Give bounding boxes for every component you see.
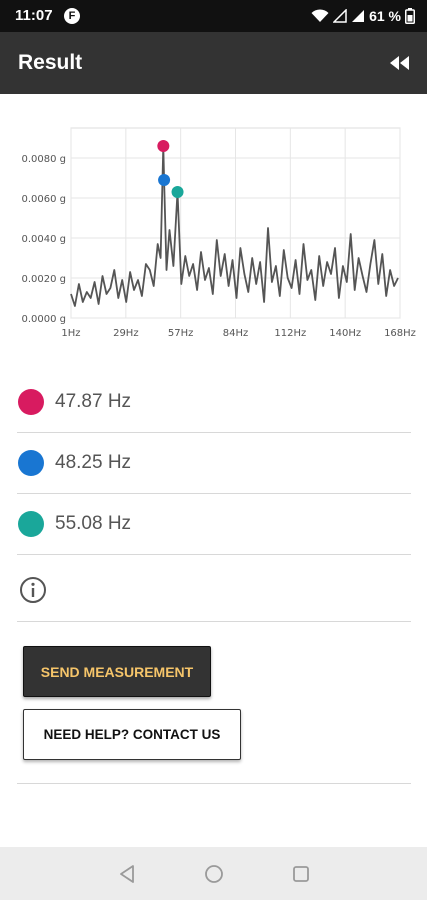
peak-1-dot — [18, 389, 44, 415]
status-indicators: 61 % — [311, 6, 415, 26]
contact-us-button[interactable]: NEED HELP? CONTACT US — [23, 709, 241, 760]
battery-icon — [405, 8, 415, 24]
x-tick-label: 140Hz — [329, 328, 361, 339]
y-tick-label: 0.0080 g — [21, 154, 66, 165]
rewind-button[interactable] — [387, 52, 413, 74]
battery-percent: 61 % — [369, 8, 401, 24]
signal-icon-2 — [352, 10, 365, 22]
info-icon[interactable] — [19, 576, 47, 604]
result-row-2: 48.25 Hz — [17, 433, 411, 494]
x-tick-label: 57Hz — [168, 328, 194, 339]
page-title: Result — [18, 51, 83, 74]
peak-3-dot — [18, 511, 44, 537]
divider — [17, 783, 411, 784]
y-tick-label: 0.0060 g — [21, 194, 66, 205]
peak-marker-3 — [171, 186, 184, 198]
info-row — [17, 556, 411, 622]
wifi-icon — [311, 9, 329, 22]
home-icon — [205, 865, 223, 883]
peak-marker-2 — [158, 174, 171, 186]
signal-icon — [333, 9, 347, 23]
result-row-1: 47.87 Hz — [17, 372, 411, 433]
peak-2-frequency: 48.25 Hz — [55, 452, 132, 473]
x-tick-label: 29Hz — [113, 328, 139, 339]
spectrum-chart: 1Hz 29Hz 57Hz 84Hz 112Hz 140Hz 168Hz 0.0000 g 0.… — [0, 110, 427, 350]
rewind-icon — [390, 56, 409, 70]
status-bar: 11:07 F 61 % — [0, 0, 427, 32]
nav-recents-button[interactable] — [290, 863, 312, 885]
nav-home-button[interactable] — [203, 863, 225, 885]
peak-marker-1 — [157, 140, 170, 152]
spectrum-chart-svg: 1Hz 29Hz 57Hz 84Hz 112Hz 140Hz 168Hz 0.0000 g 0.… — [21, 127, 416, 339]
result-row-3: 55.08 Hz — [17, 494, 411, 555]
y-tick-label: 0.0040 g — [21, 234, 66, 245]
peak-1-frequency: 47.87 Hz — [55, 391, 132, 412]
back-icon — [120, 865, 134, 883]
status-time: 11:07 — [15, 7, 53, 24]
send-measurement-button[interactable]: SEND MEASUREMENT — [23, 646, 211, 697]
y-tick-label: 0.0020 g — [21, 274, 66, 285]
app-notification-icon: F — [64, 8, 80, 24]
x-tick-label: 1Hz — [61, 328, 80, 339]
navigation-bar — [0, 847, 427, 900]
x-tick-label: 112Hz — [274, 328, 306, 339]
recents-icon — [293, 866, 309, 882]
x-tick-label: 84Hz — [223, 328, 249, 339]
peak-3-frequency: 55.08 Hz — [55, 513, 132, 534]
peak-2-dot — [18, 450, 44, 476]
y-tick-label: 0.0000 g — [21, 314, 66, 325]
x-tick-label: 168Hz — [384, 328, 416, 339]
nav-back-button[interactable] — [117, 863, 139, 885]
app-bar: Result — [0, 32, 427, 94]
